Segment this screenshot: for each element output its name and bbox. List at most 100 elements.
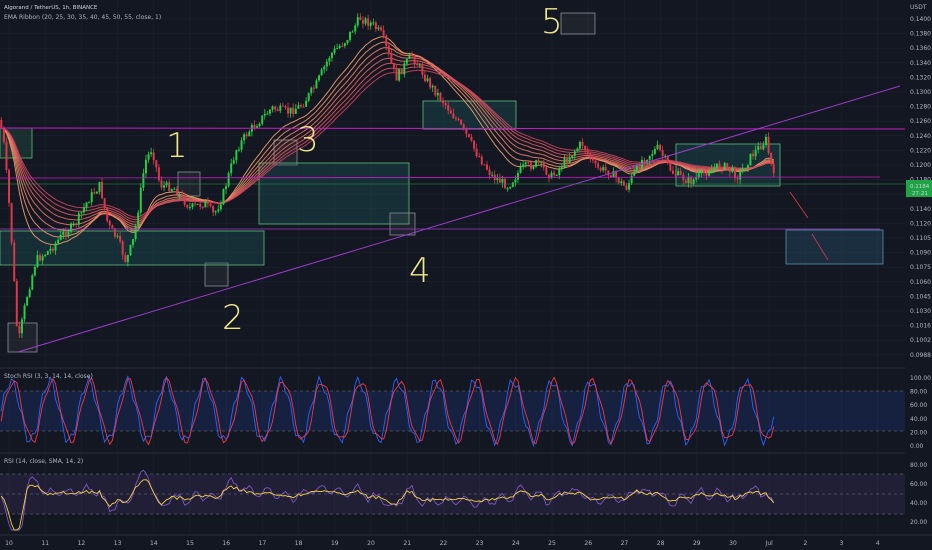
- candle-body: [653, 148, 656, 154]
- time-tick-label: Jul: [765, 540, 774, 547]
- candle-body: [540, 161, 543, 163]
- candle-body: [292, 107, 295, 114]
- candle-body: [535, 160, 538, 167]
- candle-body: [496, 178, 499, 180]
- candle-body: [659, 144, 662, 151]
- candle-body: [721, 168, 724, 170]
- candle-body: [744, 168, 747, 170]
- candle-body: [648, 155, 651, 160]
- candle-body: [323, 66, 326, 70]
- candle-body: [134, 226, 137, 240]
- candle-body: [485, 164, 488, 170]
- candle-body: [39, 255, 42, 261]
- candle-body: [46, 251, 49, 255]
- candle-body: [444, 103, 447, 106]
- candle-body: [537, 160, 540, 163]
- candle-body: [10, 203, 13, 243]
- time-tick-label: 22: [440, 540, 448, 547]
- candle-body: [307, 93, 310, 101]
- candle-body: [279, 105, 282, 111]
- price-tick-label: 0.1260: [910, 118, 931, 125]
- candle-body: [64, 231, 67, 236]
- candle-body: [23, 305, 26, 320]
- price-tick-label: 0.1320: [910, 74, 931, 81]
- candle-body: [178, 193, 181, 196]
- candle-body: [330, 52, 333, 58]
- candle-body: [553, 172, 556, 176]
- candle-body: [431, 85, 434, 88]
- candle-body: [31, 275, 34, 290]
- stoch-rsi-legend[interactable]: Stoch RSI (3, 3, 14, 14, close): [4, 373, 93, 380]
- candle-body: [49, 248, 52, 252]
- time-tick-label: 26: [584, 540, 592, 547]
- candle-body: [8, 169, 11, 204]
- candle-body: [374, 22, 377, 30]
- candle-body: [752, 153, 755, 157]
- candle-body: [333, 48, 336, 53]
- time-axis-ticks[interactable]: 10 11 12 13 14 15 16 17 18 19 20 21 22 23 24 25 26 27 28 29…: [5, 540, 880, 547]
- candle-body: [36, 255, 39, 267]
- candle-body: [731, 168, 734, 173]
- current-price: 0.1184: [910, 184, 930, 190]
- candle-body: [144, 159, 147, 174]
- price-tick-label: 0.1090: [910, 250, 931, 257]
- candle-body: [26, 297, 29, 306]
- candle-body: [405, 58, 408, 64]
- price-tick-label: 0.1030: [910, 308, 931, 315]
- candle-body: [447, 105, 450, 111]
- symbol-title[interactable]: Algorand / TetherUS, 1h, BINANCE: [4, 5, 98, 11]
- candle-body: [759, 146, 762, 150]
- candle-body: [13, 242, 16, 282]
- candle-body: [103, 198, 106, 209]
- candle-body: [328, 57, 331, 62]
- candle-body: [702, 170, 705, 174]
- candle-body: [478, 156, 481, 158]
- current-price-countdown: 27:21: [912, 191, 928, 197]
- candle-body: [563, 158, 566, 168]
- candle-body: [294, 108, 297, 114]
- candle-body: [578, 141, 581, 149]
- candle-body: [462, 124, 465, 128]
- time-tick-label: 17: [259, 540, 267, 547]
- candle-body: [576, 148, 579, 152]
- candle-body: [514, 179, 517, 183]
- candle-body: [568, 157, 571, 163]
- candle-body: [739, 170, 742, 180]
- time-tick-label: 19: [331, 540, 339, 547]
- candle-body: [245, 134, 248, 137]
- zone-box: [258, 162, 410, 225]
- candle-body: [281, 105, 284, 107]
- candle-body: [163, 185, 166, 188]
- candle-body: [18, 325, 21, 334]
- candle-body: [173, 188, 176, 190]
- chart-canvas[interactable]: 1 2 3 4 5 Algorand / TetherUS, 1h, BINAN…: [0, 0, 932, 550]
- candle-body: [586, 150, 589, 154]
- candle-body: [359, 17, 362, 20]
- rsi-tick-label: 60.00: [910, 481, 927, 488]
- candle-body: [713, 168, 716, 170]
- candle-body: [622, 181, 625, 186]
- ema-ribbon-legend[interactable]: EMA Ribbon (20, 25, 30, 35, 40, 45, 50, …: [4, 14, 161, 21]
- candle-body: [700, 170, 703, 174]
- candle-body: [754, 149, 757, 157]
- candle-body: [367, 18, 370, 26]
- candle-body: [452, 113, 455, 119]
- candle-body: [28, 289, 31, 298]
- candle-body: [186, 205, 189, 208]
- candle-body: [320, 69, 323, 76]
- rsi-legend[interactable]: RSI (14, close, SMA, 14, 2): [4, 458, 83, 465]
- candle-body: [204, 201, 207, 208]
- price-tick-label: 0.1075: [910, 264, 931, 271]
- price-tick-label: 0.1280: [910, 104, 931, 111]
- candle-body: [413, 55, 416, 64]
- candle-body: [617, 177, 620, 184]
- candle-body: [41, 256, 44, 261]
- candle-body: [527, 162, 530, 164]
- stoch-tick-label: 40.00: [910, 416, 927, 423]
- candle-body: [256, 126, 259, 128]
- candle-body: [67, 231, 70, 236]
- candle-body: [423, 74, 426, 82]
- candle-body: [325, 61, 328, 67]
- trading-chart[interactable]: 1 2 3 4 5 Algorand / TetherUS, 1h, BINAN…: [0, 0, 932, 550]
- price-tick-label: 0.1400: [910, 16, 931, 23]
